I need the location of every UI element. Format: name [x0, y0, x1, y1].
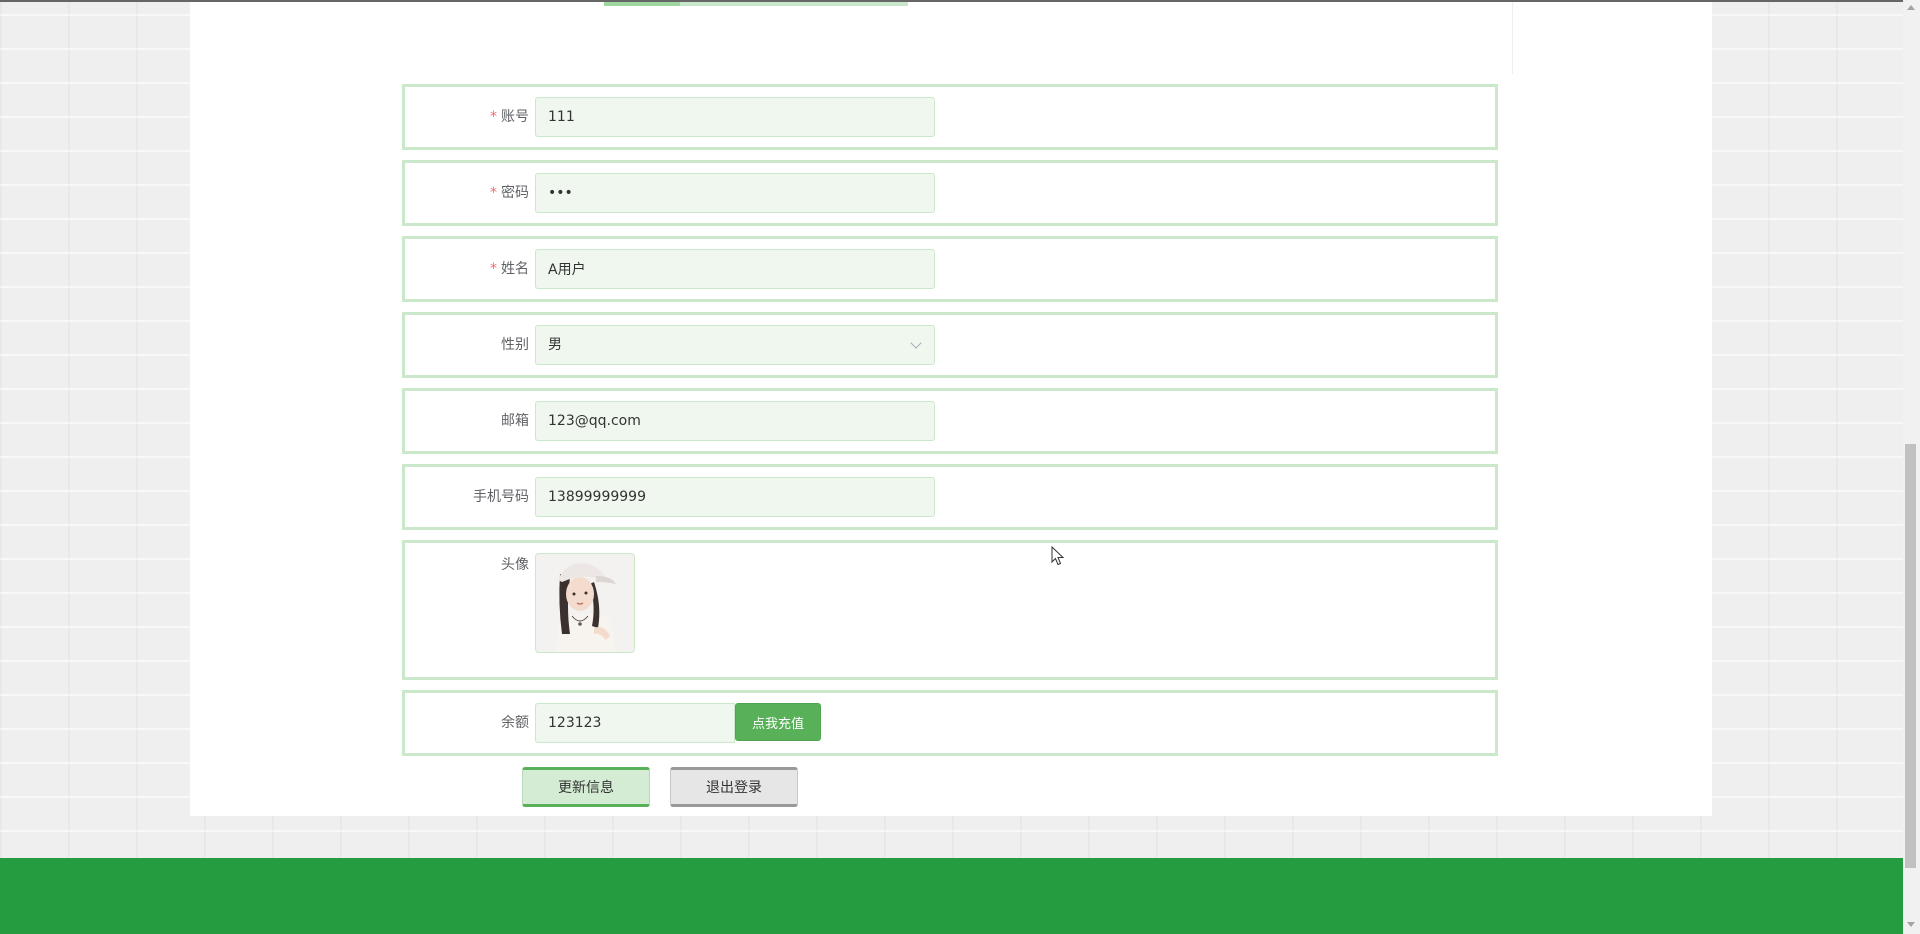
balance-input[interactable]	[535, 703, 735, 743]
avatar-image	[536, 554, 634, 652]
chevron-down-icon	[910, 337, 922, 349]
panel-divider	[1512, 2, 1513, 74]
scroll-up-arrow-icon[interactable]	[1907, 5, 1915, 10]
name-label: * 姓名	[490, 261, 529, 277]
scroll-down-arrow-icon[interactable]	[1907, 922, 1915, 927]
form-row-name: * 姓名	[402, 236, 1498, 302]
account-input[interactable]	[535, 97, 935, 137]
gender-select[interactable]: 男	[535, 325, 935, 365]
update-info-button[interactable]: 更新信息	[522, 767, 650, 807]
scrollbar-thumb[interactable]	[1905, 444, 1916, 868]
form-row-avatar: 头像	[402, 540, 1498, 680]
phone-label: 手机号码	[473, 489, 529, 505]
form-row-gender: 性别 男	[402, 312, 1498, 378]
avatar-upload[interactable]	[535, 553, 635, 653]
footer-bar	[0, 858, 1903, 934]
form-row-balance: 余额 点我充值	[402, 690, 1498, 756]
gender-label: 性别	[501, 337, 529, 353]
logout-button[interactable]: 退出登录	[670, 767, 798, 807]
password-input[interactable]	[535, 173, 935, 213]
mouse-cursor-icon	[1051, 546, 1065, 566]
balance-label: 余额	[501, 715, 529, 731]
tab-underline-active	[604, 2, 680, 6]
phone-input[interactable]	[535, 477, 935, 517]
password-label: * 密码	[490, 185, 529, 201]
name-input[interactable]	[535, 249, 935, 289]
recharge-button[interactable]: 点我充值	[735, 703, 821, 741]
required-star: *	[490, 185, 497, 201]
form-row-password: * 密码	[402, 160, 1498, 226]
email-input[interactable]	[535, 401, 935, 441]
account-label: * 账号	[490, 109, 529, 125]
avatar-label: 头像	[501, 557, 529, 573]
form-row-email: 邮箱	[402, 388, 1498, 454]
form-row-account: * 账号	[402, 84, 1498, 150]
email-label: 邮箱	[501, 413, 529, 429]
required-star: *	[490, 261, 497, 277]
gender-select-value: 男	[548, 337, 562, 353]
form-row-phone: 手机号码	[402, 464, 1498, 530]
required-star: *	[490, 109, 497, 125]
